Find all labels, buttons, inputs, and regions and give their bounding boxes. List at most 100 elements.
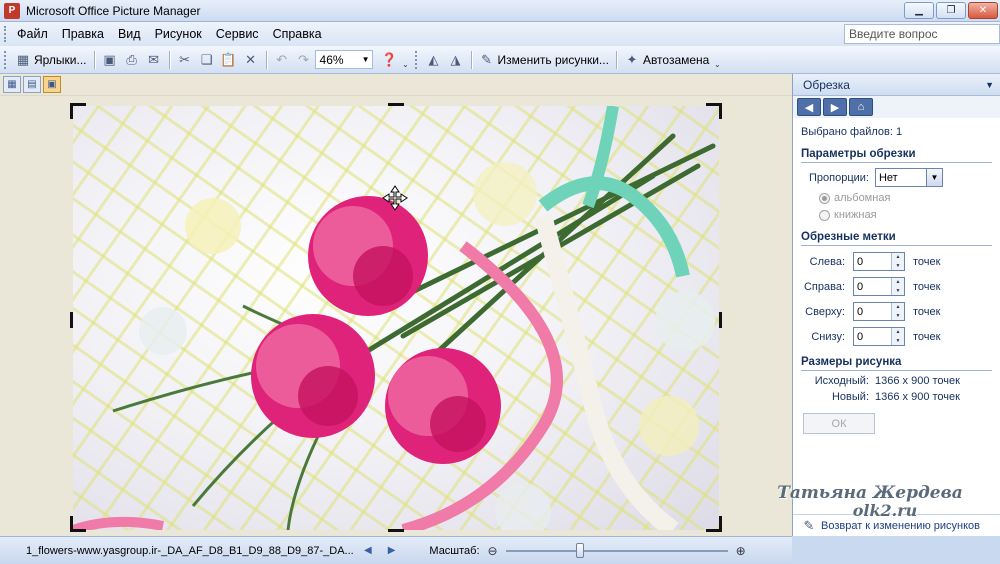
crop-handle-top-middle[interactable] <box>388 103 404 106</box>
delete-button[interactable]: ✕ <box>240 49 262 71</box>
current-file-name: 1_flowers-www.yasgroup.ir-_DA_AF_D8_B1_D… <box>26 544 354 557</box>
margin-top-label: Сверху: <box>805 305 845 318</box>
toolbar-options-chevron[interactable]: ⌄ <box>401 51 411 69</box>
thumbnail-view-icon: ▦ <box>7 79 17 90</box>
aspect-ratio-row: Пропорции: Нет ▼ <box>801 168 992 187</box>
shortcuts-button[interactable]: ▦ Ярлыки... <box>12 49 90 71</box>
task-pane-body: Выбрано файлов: 1 Параметры обрезки Проп… <box>793 126 1000 434</box>
margin-bottom-row: Снизу: 0 ▲ ▼ точек <box>801 327 992 346</box>
minimize-icon: ▁ <box>915 5 923 16</box>
minimize-button[interactable]: ▁ <box>904 2 934 19</box>
email-button[interactable]: ✉ <box>143 49 165 71</box>
window-title: Microsoft Office Picture Manager <box>26 3 201 18</box>
crop-handle-bottom-right[interactable] <box>719 516 722 532</box>
forward-button[interactable]: ▶ <box>823 98 847 116</box>
rotate-right-button[interactable]: ◮ <box>445 49 467 71</box>
glass-bead <box>139 307 187 355</box>
save-button[interactable]: ▣ <box>99 49 121 71</box>
menu-help[interactable]: Справка <box>266 25 329 43</box>
edit-pictures-button[interactable]: ✎ Изменить рисунки... <box>476 49 612 71</box>
margin-unit-label: точек <box>913 330 941 343</box>
spin-up-icon[interactable]: ▲ <box>892 278 904 287</box>
redo-button[interactable]: ↷ <box>293 49 315 71</box>
rotate-left-button[interactable]: ◭ <box>423 49 445 71</box>
back-to-edit-pictures-label: Возврат к изменению рисунков <box>821 519 980 532</box>
spin-up-icon[interactable]: ▲ <box>892 303 904 312</box>
menu-picture[interactable]: Рисунок <box>148 25 209 43</box>
spin-down-icon[interactable]: ▼ <box>892 311 904 320</box>
landscape-radio[interactable] <box>819 192 830 204</box>
spin-down-icon[interactable]: ▼ <box>892 336 904 345</box>
help-button[interactable]: ❓ <box>379 49 401 71</box>
toolbar-grip[interactable] <box>4 50 8 69</box>
rotate-left-icon: ◭ <box>428 52 439 67</box>
restore-button[interactable]: ❐ <box>936 2 966 19</box>
spin-up-icon[interactable]: ▲ <box>892 328 904 337</box>
home-button[interactable]: ⌂ <box>849 98 873 116</box>
toolbar-grip[interactable] <box>414 50 419 69</box>
flowers-photo[interactable] <box>73 106 719 530</box>
filmstrip-view-button[interactable]: ▤ <box>23 76 41 93</box>
back-button[interactable]: ◀ <box>797 98 821 116</box>
print-icon: ⎙ <box>126 52 137 67</box>
close-button[interactable]: ✕ <box>968 2 998 19</box>
zoom-slider-thumb[interactable] <box>576 542 585 558</box>
paste-button[interactable]: 📋 <box>218 49 240 71</box>
crop-handle-right-middle[interactable] <box>719 312 722 328</box>
margin-bottom-stepper[interactable]: 0 ▲ ▼ <box>853 327 905 346</box>
print-button[interactable]: ⎙ <box>121 49 143 71</box>
menu-edit[interactable]: Правка <box>55 25 111 43</box>
zoom-combo[interactable]: 46% ▼ <box>314 50 373 69</box>
crop-handle-top-left[interactable] <box>70 103 73 119</box>
margin-top-stepper[interactable]: 0 ▲ ▼ <box>853 302 905 321</box>
margin-right-stepper[interactable]: 0 ▲ ▼ <box>853 277 905 296</box>
single-picture-view-button[interactable]: ▣ <box>43 76 61 93</box>
pink-carnation <box>385 348 501 464</box>
previous-picture-icon[interactable]: ◀ <box>364 545 372 556</box>
margin-left-stepper[interactable]: 0 ▲ ▼ <box>853 252 905 271</box>
ok-button[interactable]: ОК <box>803 413 875 434</box>
cut-button[interactable]: ✂ <box>174 49 196 71</box>
original-size-value: 1366 x 900 точек <box>875 375 960 387</box>
margin-left-row: Слева: 0 ▲ ▼ точек <box>801 252 992 271</box>
help-question-input[interactable]: Введите вопрос <box>844 24 1000 44</box>
orientation-landscape-option[interactable]: альбомная <box>801 192 992 204</box>
toolbar-separator <box>168 50 170 69</box>
task-pane-header[interactable]: Обрезка ▼ <box>793 74 1000 96</box>
standard-toolbar: ▦ Ярлыки... ▣ ⎙ ✉ ✂ ❏ 📋 ✕ ↶ ↷ 46% ▼ ❓ ⌄ … <box>0 46 1000 74</box>
margin-right-row: Справа: 0 ▲ ▼ точек <box>801 277 992 296</box>
portrait-radio[interactable] <box>819 209 830 221</box>
toolbar-separator <box>265 50 267 69</box>
redo-icon: ↷ <box>298 52 309 67</box>
chevron-down-icon: ▼ <box>985 79 994 90</box>
new-size-row: Новый: 1366 x 900 точек <box>801 391 992 403</box>
autocorrect-button[interactable]: ✦ Автозамена <box>621 49 712 71</box>
zoom-out-icon[interactable]: ⊖ <box>488 544 498 558</box>
copy-button[interactable]: ❏ <box>196 49 218 71</box>
spin-down-icon[interactable]: ▼ <box>892 286 904 295</box>
undo-button[interactable]: ↶ <box>271 49 293 71</box>
crop-handle-top-right[interactable] <box>719 103 722 119</box>
next-picture-icon[interactable]: ▶ <box>388 545 396 556</box>
aspect-ratio-select[interactable]: Нет ▼ <box>874 168 943 187</box>
spin-up-icon[interactable]: ▲ <box>892 253 904 262</box>
crop-handle-bottom-middle[interactable] <box>388 529 404 532</box>
zoom-in-icon[interactable]: ⊕ <box>736 544 746 558</box>
original-size-label: Исходный: <box>814 375 869 387</box>
zoom-slider[interactable] <box>505 542 728 558</box>
menu-tools[interactable]: Сервис <box>209 25 266 43</box>
chevron-down-icon: ▼ <box>361 55 370 64</box>
menu-view[interactable]: Вид <box>111 25 148 43</box>
view-mode-strip: ▦ ▤ ▣ <box>0 74 792 96</box>
original-size-row: Исходный: 1366 x 900 точек <box>801 375 992 387</box>
spin-down-icon[interactable]: ▼ <box>892 261 904 270</box>
menu-file[interactable]: Файл <box>10 25 55 43</box>
crop-handle-left-middle[interactable] <box>70 312 73 328</box>
margin-bottom-label: Снизу: <box>811 330 845 343</box>
picture-canvas <box>0 96 792 536</box>
thumbnail-view-button[interactable]: ▦ <box>3 76 21 93</box>
orientation-portrait-option[interactable]: книжная <box>801 209 992 221</box>
toolbar-options-chevron[interactable]: ⌄ <box>712 51 722 69</box>
crop-handle-bottom-left[interactable] <box>70 516 73 532</box>
chevron-down-icon: ▼ <box>925 169 942 186</box>
